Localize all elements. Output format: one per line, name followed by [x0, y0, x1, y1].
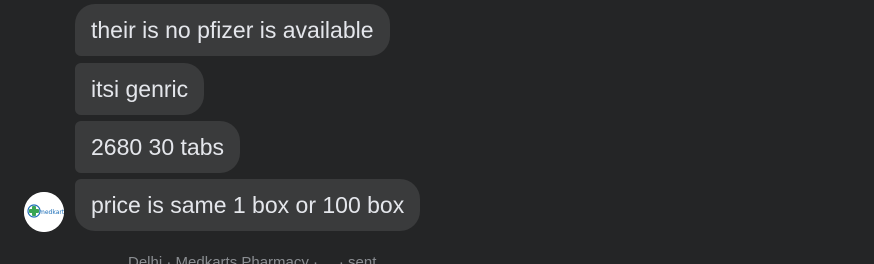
message-bubble[interactable]: their is no pfizer is available: [75, 4, 390, 56]
message-text: 2680 30 tabs: [91, 133, 225, 160]
message-bubble[interactable]: itsi genric: [75, 63, 205, 115]
avatar[interactable]: medkarts: [24, 192, 64, 232]
message-text: itsi genric: [91, 75, 189, 102]
logo-wordmark: medkarts: [39, 209, 64, 216]
message-footer: Delhi · Medkarts Pharmacy · ... · sent: [128, 254, 377, 264]
message-text: price is same 1 box or 100 box: [91, 191, 405, 218]
message-text: their is no pfizer is available: [91, 16, 374, 43]
chat-thread: their is no pfizer is available itsi gen…: [0, 0, 874, 264]
medkarts-logo-icon: medkarts: [24, 192, 64, 232]
message-bubble[interactable]: price is same 1 box or 100 box: [75, 179, 421, 231]
message-bubble[interactable]: 2680 30 tabs: [75, 121, 241, 173]
